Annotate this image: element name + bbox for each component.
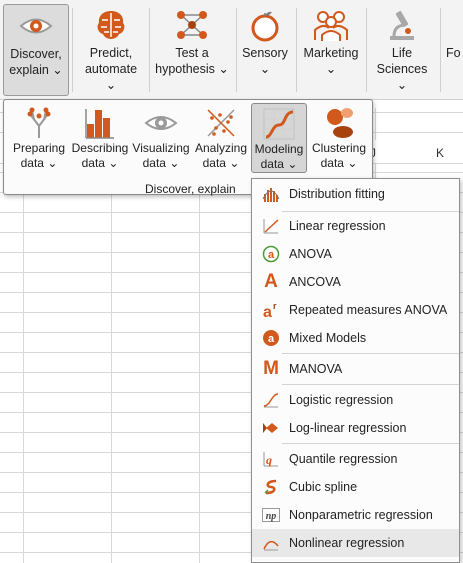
brain-icon: [93, 8, 129, 42]
menu-item-ancova[interactable]: A ANCOVA: [252, 268, 459, 296]
column-header-k[interactable]: K: [436, 146, 444, 160]
life-sciences-button[interactable]: Life Sciences ⌄: [370, 4, 434, 96]
cluster-icon: [322, 106, 356, 140]
modeling-data-button[interactable]: Modeling data ⌄: [251, 103, 307, 173]
svg-text:a: a: [268, 249, 275, 261]
discover-explain-label: Discover, explain ⌄: [9, 47, 63, 77]
eye-icon: [18, 9, 54, 43]
menu-item-log-linear-regression[interactable]: Log-linear regression: [252, 414, 459, 442]
people-icon: [313, 8, 349, 42]
preparing-data-button[interactable]: Preparing data ⌄: [8, 103, 70, 173]
menu-item-label: Cubic spline: [289, 480, 358, 494]
describing-data-label: Describing data ⌄: [71, 141, 129, 170]
menu-item-label: Linear regression: [289, 219, 386, 233]
predict-automate-label: Predict, automate ⌄: [84, 46, 138, 92]
menu-item-label: Nonparametric regression: [289, 508, 433, 522]
more-tab-label: Fo: [446, 46, 461, 60]
discover-explain-button[interactable]: Discover, explain ⌄: [3, 4, 69, 96]
predict-automate-button[interactable]: Predict, automate ⌄: [78, 4, 144, 96]
clustering-data-label: Clustering data ⌄: [311, 141, 367, 170]
menu-item-nonparametric-regression[interactable]: np Nonparametric regression: [252, 501, 459, 529]
describing-data-button[interactable]: Describing data ⌄: [70, 103, 130, 173]
scatter-icon: [204, 106, 238, 140]
nonlinear-curve-icon: [262, 534, 280, 552]
menu-item-label: Log-linear regression: [289, 421, 407, 435]
menu-item-linear-regression[interactable]: Linear regression: [252, 212, 459, 240]
menu-item-nonlinear-regression[interactable]: Nonlinear regression: [252, 529, 459, 557]
clustering-data-button[interactable]: Clustering data ⌄: [308, 103, 370, 173]
menu-item-mixed-models[interactable]: a Mixed Models: [252, 324, 459, 352]
curve-icon: [262, 107, 296, 141]
line-icon: [262, 217, 280, 235]
analyzing-data-label: Analyzing data ⌄: [194, 141, 248, 170]
np-icon: np: [262, 506, 280, 524]
microscope-icon: [384, 8, 420, 42]
svg-text:q: q: [266, 453, 272, 467]
menu-item-label: Mixed Models: [289, 331, 367, 345]
menu-item-label: Logistic regression: [289, 393, 394, 407]
preparing-data-label: Preparing data ⌄: [12, 141, 66, 170]
menu-item-logistic-regression[interactable]: Logistic regression: [252, 386, 459, 414]
test-hypothesis-label: Test a hypothesis ⌄: [155, 46, 229, 76]
eye-icon: [144, 106, 178, 140]
menu-item-repeated-measures-anova[interactable]: ar Repeated measures ANOVA: [252, 296, 459, 324]
letter-m-icon: M: [263, 358, 279, 379]
svg-text:a: a: [263, 304, 272, 319]
menu-item-label: Quantile regression: [289, 452, 398, 466]
xlstat-ribbon: Discover, explain ⌄ Predict, automate ⌄ …: [0, 0, 463, 100]
menu-item-quantile-regression[interactable]: q Quantile regression: [252, 445, 459, 473]
network-icon: [174, 8, 210, 42]
menu-item-distribution-fitting[interactable]: Distribution fitting: [252, 180, 459, 208]
spline-icon: [262, 478, 280, 496]
bar-chart-icon: [83, 106, 117, 140]
visualizing-data-button[interactable]: Visualizing data ⌄: [131, 103, 191, 173]
menu-item-label: Nonlinear regression: [289, 536, 405, 550]
more-tab-button[interactable]: Fo: [446, 4, 463, 96]
sensory-label: Sensory ⌄: [242, 46, 288, 76]
menu-item-label: ANCOVA: [289, 275, 341, 289]
svg-text:r: r: [273, 301, 277, 311]
histogram-icon: [262, 185, 280, 203]
orange-fruit-icon: [247, 8, 283, 42]
analyzing-data-button[interactable]: Analyzing data ⌄: [192, 103, 250, 173]
visualizing-data-label: Visualizing data ⌄: [132, 141, 190, 170]
tree-icon: [22, 106, 56, 140]
modeling-data-menu: Distribution fitting Linear regression a…: [251, 178, 460, 563]
a-prime-icon: ar: [262, 301, 280, 321]
s-curve-icon: [262, 391, 280, 409]
menu-item-anova[interactable]: a ANOVA: [252, 240, 459, 268]
menu-item-cubic-spline[interactable]: Cubic spline: [252, 473, 459, 501]
excel-window: J K Discover, explain ⌄ Predict, automat…: [0, 0, 463, 563]
life-sciences-label: Life Sciences ⌄: [376, 46, 428, 92]
letter-a-icon: A: [264, 271, 278, 292]
arrow-fish-icon: [262, 419, 280, 437]
menu-item-label: ANOVA: [289, 247, 332, 261]
svg-text:np: np: [266, 511, 277, 522]
marketing-button[interactable]: Marketing ⌄: [300, 4, 362, 96]
menu-item-label: Distribution fitting: [289, 187, 385, 201]
menu-item-label: MANOVA: [289, 362, 343, 376]
marketing-label: Marketing ⌄: [303, 46, 359, 76]
menu-item-label: Repeated measures ANOVA: [289, 303, 448, 317]
filled-circle-a-icon: a: [262, 329, 280, 347]
group-label: Discover, explain: [145, 182, 236, 196]
menu-item-manova[interactable]: M MANOVA: [252, 355, 459, 383]
sensory-button[interactable]: Sensory ⌄: [240, 4, 290, 96]
test-hypothesis-button[interactable]: Test a hypothesis ⌄: [154, 4, 230, 96]
svg-text:a: a: [268, 333, 275, 345]
quantile-icon: q: [262, 450, 280, 468]
modeling-data-label: Modeling data ⌄: [254, 142, 304, 171]
circle-a-icon: a: [262, 245, 280, 263]
